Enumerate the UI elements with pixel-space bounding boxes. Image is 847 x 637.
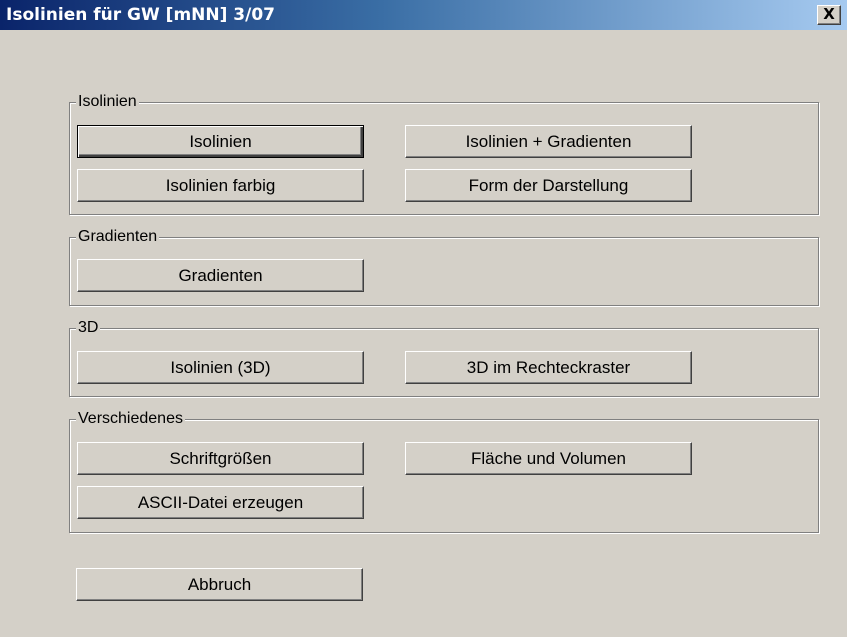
abbruch-button[interactable]: Abbruch (76, 568, 363, 601)
close-button[interactable]: X (817, 5, 841, 25)
form-der-darstellung-button[interactable]: Form der Darstellung (405, 169, 692, 202)
gradienten-button[interactable]: Gradienten (77, 259, 364, 292)
title-bar[interactable]: Isolinien für GW [mNN] 3/07 X (0, 0, 847, 30)
group-label-gradienten: Gradienten (76, 227, 160, 247)
flaeche-volumen-button[interactable]: Fläche und Volumen (405, 442, 692, 475)
group-verschiedenes: Verschiedenes Schriftgrößen Fläche und V… (69, 409, 819, 533)
isolinien-button[interactable]: Isolinien (77, 125, 364, 158)
group-isolinien: Isolinien Isolinien Isolinien + Gradient… (69, 92, 819, 215)
3d-rechteckraster-button[interactable]: 3D im Rechteckraster (405, 351, 692, 384)
dialog-window: Isolinien für GW [mNN] 3/07 X Isolinien … (0, 0, 847, 637)
schriftgroessen-button[interactable]: Schriftgrößen (77, 442, 364, 475)
window-title: Isolinien für GW [mNN] 3/07 (6, 5, 276, 25)
group-label-verschiedenes: Verschiedenes (76, 409, 185, 429)
isolinien-3d-button[interactable]: Isolinien (3D) (77, 351, 364, 384)
group-gradienten: Gradienten Gradienten (69, 227, 819, 306)
isolinien-gradienten-button[interactable]: Isolinien + Gradienten (405, 125, 692, 158)
close-icon: X (823, 5, 835, 23)
isolinien-farbig-button[interactable]: Isolinien farbig (77, 169, 364, 202)
ascii-datei-button[interactable]: ASCII-Datei erzeugen (77, 486, 364, 519)
group-label-3d: 3D (76, 318, 101, 338)
group-label-isolinien: Isolinien (76, 92, 139, 112)
group-3d: 3D Isolinien (3D) 3D im Rechteckraster (69, 318, 819, 397)
